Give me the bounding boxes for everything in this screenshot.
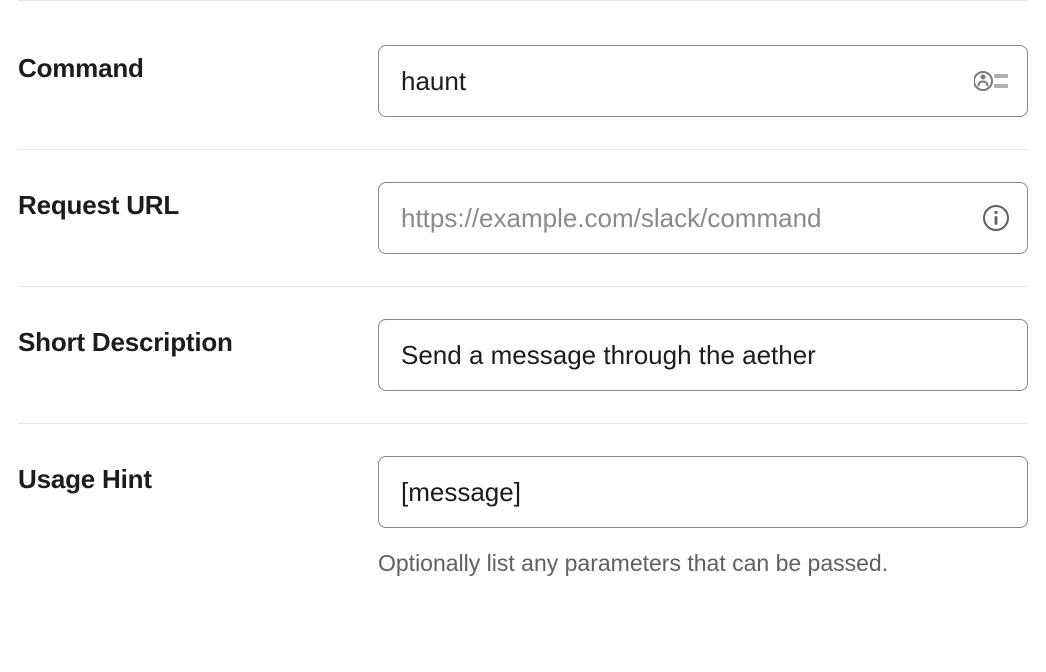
command-label-col: Command xyxy=(18,45,378,84)
request-url-label-col: Request URL xyxy=(18,182,378,221)
request-url-row: Request URL xyxy=(18,149,1028,286)
short-description-label-col: Short Description xyxy=(18,319,378,358)
command-input-wrapper xyxy=(378,45,1028,117)
password-manager-icon[interactable] xyxy=(974,69,1010,93)
short-description-row: Short Description xyxy=(18,286,1028,423)
usage-hint-input-col: Optionally list any parameters that can … xyxy=(378,456,1028,577)
command-row: Command xyxy=(18,0,1028,149)
usage-hint-label: Usage Hint xyxy=(18,464,152,494)
usage-hint-label-col: Usage Hint xyxy=(18,456,378,495)
request-url-input-wrapper xyxy=(378,182,1028,254)
short-description-input-wrapper xyxy=(378,319,1028,391)
request-url-label: Request URL xyxy=(18,190,179,220)
info-icon[interactable] xyxy=(982,204,1010,232)
short-description-label: Short Description xyxy=(18,327,233,357)
command-input-col xyxy=(378,45,1028,117)
usage-hint-input-wrapper xyxy=(378,456,1028,528)
usage-hint-input[interactable] xyxy=(378,456,1028,528)
request-url-input[interactable] xyxy=(378,182,1028,254)
usage-hint-row: Usage Hint Optionally list any parameter… xyxy=(18,423,1028,609)
short-description-input-col xyxy=(378,319,1028,391)
command-label: Command xyxy=(18,53,144,83)
usage-hint-help-text: Optionally list any parameters that can … xyxy=(378,550,1028,577)
short-description-input[interactable] xyxy=(378,319,1028,391)
request-url-input-col xyxy=(378,182,1028,254)
command-input[interactable] xyxy=(378,45,1028,117)
